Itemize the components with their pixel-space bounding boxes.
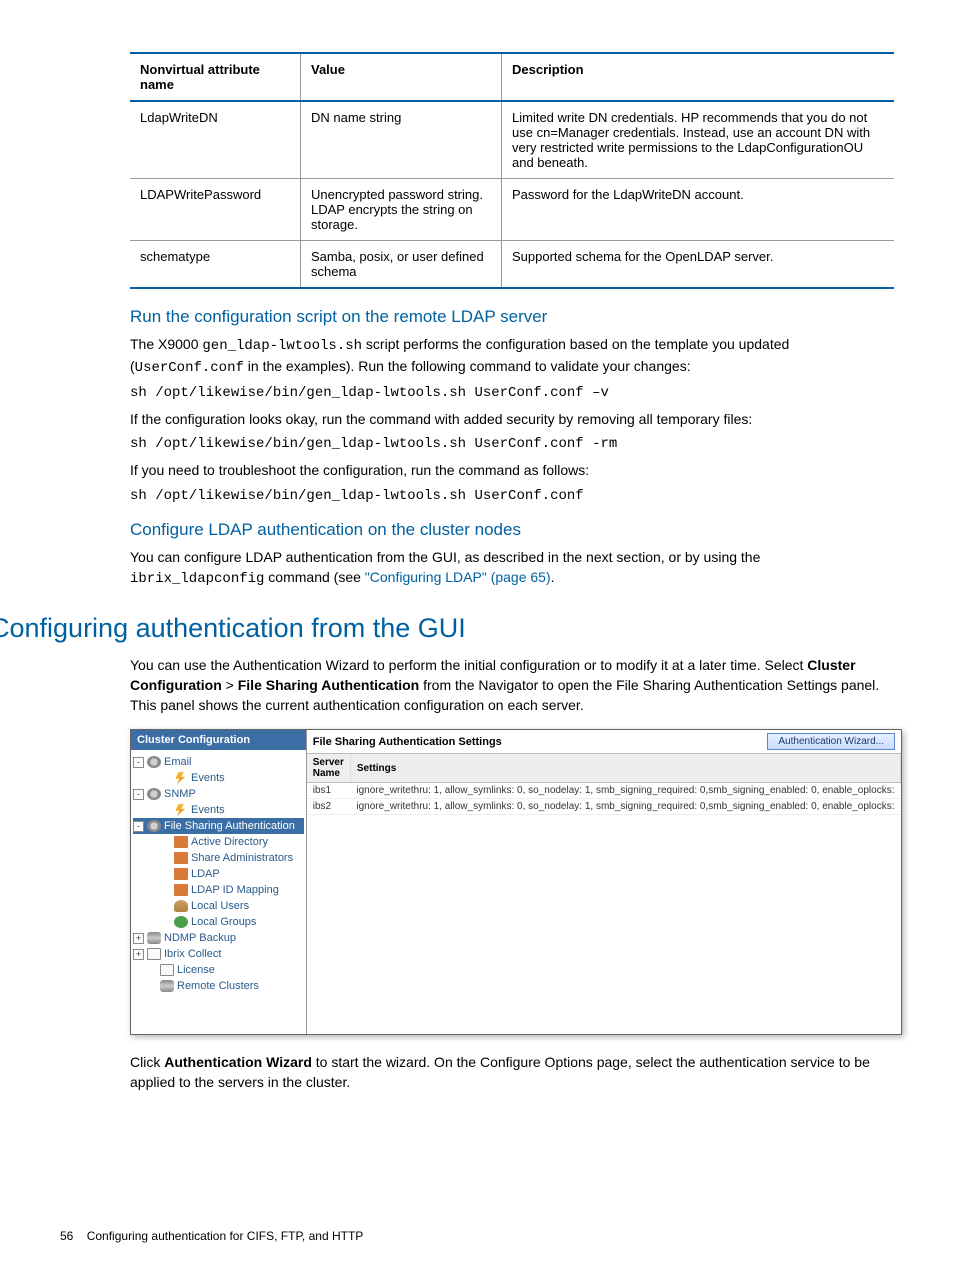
collapse-icon[interactable]: - xyxy=(133,821,144,832)
command: sh /opt/likewise/bin/gen_ldap-lwtools.sh… xyxy=(130,384,894,404)
db-icon xyxy=(160,980,174,992)
tree-item-label: Ibrix Collect xyxy=(164,948,221,960)
paragraph: You can configure LDAP authentication fr… xyxy=(130,548,894,589)
gear-icon xyxy=(147,788,161,800)
xref-link[interactable]: "Configuring LDAP" (page 65) xyxy=(365,569,551,585)
tree-item-label: SNMP xyxy=(164,788,196,800)
nav-title: Cluster Configuration xyxy=(131,730,306,750)
tree-item-label: LDAP ID Mapping xyxy=(191,884,279,896)
gear-icon xyxy=(147,756,161,768)
group-icon xyxy=(174,916,188,928)
table-row: LdapWriteDN DN name string Limited write… xyxy=(130,101,894,179)
doc-icon xyxy=(147,948,161,960)
collapse-icon[interactable]: - xyxy=(133,789,144,800)
tree-item-label: Active Directory xyxy=(191,836,268,848)
expand-icon[interactable]: + xyxy=(133,933,144,944)
paragraph: Click Authentication Wizard to start the… xyxy=(130,1053,894,1092)
chapter-title: Configuring authentication for CIFS, FTP… xyxy=(87,1229,364,1243)
tree-item-label: LDAP xyxy=(191,868,220,880)
expand-icon[interactable]: + xyxy=(133,949,144,960)
panel-title: File Sharing Authentication Settings xyxy=(313,736,502,748)
tree-item[interactable]: Local Users xyxy=(133,898,304,914)
tree-item-label: Share Administrators xyxy=(191,852,293,864)
bolt-icon xyxy=(174,772,188,784)
bolt-icon xyxy=(174,804,188,816)
page-heading: Configuring authentication from the GUI xyxy=(0,613,894,644)
tree-item[interactable]: Share Administrators xyxy=(133,850,304,866)
tree-item-label: Events xyxy=(191,772,225,784)
tree-item[interactable]: - SNMP xyxy=(133,786,304,802)
gear-icon xyxy=(147,820,161,832)
screenshot-panel: Cluster Configuration - Email Events - SNMP E… xyxy=(130,729,902,1035)
table-row: schematype Samba, posix, or user defined… xyxy=(130,241,894,289)
ldap-icon xyxy=(174,868,188,880)
tree-item[interactable]: + NDMP Backup xyxy=(133,930,304,946)
tree-item-label: Local Groups xyxy=(191,916,256,928)
nonvirtual-attr-table: Nonvirtual attribute name Value Descript… xyxy=(130,52,894,289)
tree-item[interactable]: LDAP ID Mapping xyxy=(133,882,304,898)
nav-tree: Cluster Configuration - Email Events - SNMP E… xyxy=(131,730,307,1034)
doc-icon xyxy=(160,964,174,976)
ldap-icon xyxy=(174,884,188,896)
paragraph: You can use the Authentication Wizard to… xyxy=(130,656,894,715)
section-heading: Configure LDAP authentication on the clu… xyxy=(130,520,894,540)
db-icon xyxy=(147,932,161,944)
page-footer: 56 Configuring authentication for CIFS, … xyxy=(60,1229,363,1243)
grid-col: Server Name xyxy=(307,754,351,783)
tree-item[interactable]: Remote Clusters xyxy=(133,978,304,994)
tree-item[interactable]: - File Sharing Authentication xyxy=(133,818,304,834)
section-heading: Run the configuration script on the remo… xyxy=(130,307,894,327)
ldap-icon xyxy=(174,852,188,864)
tree-item[interactable]: + Ibrix Collect xyxy=(133,946,304,962)
tree-item[interactable]: LDAP xyxy=(133,866,304,882)
tree-item-label: Email xyxy=(164,756,192,768)
settings-grid: Server Name Settings ibs1 ignore_writeth… xyxy=(307,754,901,1034)
command: sh /opt/likewise/bin/gen_ldap-lwtools.sh… xyxy=(130,487,894,507)
tree-item[interactable]: Active Directory xyxy=(133,834,304,850)
paragraph: If the configuration looks okay, run the… xyxy=(130,410,894,430)
tree-item-label: Local Users xyxy=(191,900,249,912)
tree-item-label: Remote Clusters xyxy=(177,980,259,992)
paragraph: If you need to troubleshoot the configur… xyxy=(130,461,894,481)
col-header: Nonvirtual attribute name xyxy=(130,53,301,101)
col-header: Value xyxy=(301,53,502,101)
authentication-wizard-button[interactable]: Authentication Wizard... xyxy=(767,733,895,750)
command: sh /opt/likewise/bin/gen_ldap-lwtools.sh… xyxy=(130,435,894,455)
tree-item-label: NDMP Backup xyxy=(164,932,236,944)
grid-col: Settings xyxy=(350,754,900,783)
tree-item-label: Events xyxy=(191,804,225,816)
grid-row[interactable]: ibs2 ignore_writethru: 1, allow_symlinks… xyxy=(307,799,901,815)
tree-item[interactable]: Local Groups xyxy=(133,914,304,930)
user-icon xyxy=(174,900,188,912)
ldap-icon xyxy=(174,836,188,848)
tree-item[interactable]: Events xyxy=(133,770,304,786)
grid-row[interactable]: ibs1 ignore_writethru: 1, allow_symlinks… xyxy=(307,783,901,799)
collapse-icon[interactable]: - xyxy=(133,757,144,768)
paragraph: The X9000 gen_ldap-lwtools.sh script per… xyxy=(130,335,894,378)
tree-item[interactable]: - Email xyxy=(133,754,304,770)
tree-item[interactable]: Events xyxy=(133,802,304,818)
tree-item-label: License xyxy=(177,964,215,976)
tree-item-label: File Sharing Authentication xyxy=(164,820,295,832)
tree-item[interactable]: License xyxy=(133,962,304,978)
table-row: LDAPWritePassword Unencrypted password s… xyxy=(130,179,894,241)
page-number: 56 xyxy=(60,1229,73,1243)
col-header: Description xyxy=(502,53,895,101)
